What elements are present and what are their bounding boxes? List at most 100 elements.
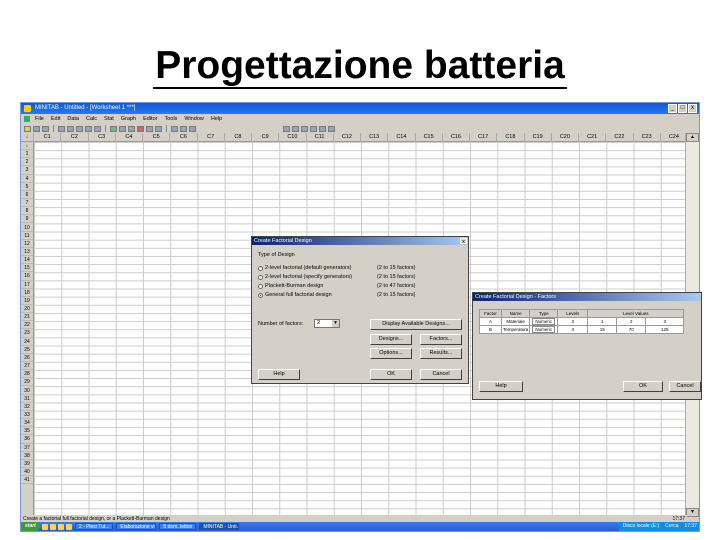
insert-columns-icon[interactable]: [301, 125, 308, 132]
display-available-designs-button[interactable]: Display Available Designs...: [370, 319, 462, 330]
window-titlebar[interactable]: MINITAB - Untitled - [Worksheet 1 ***] _…: [21, 103, 699, 114]
close-button[interactable]: x: [688, 104, 697, 113]
column-header-cell[interactable]: C12: [334, 133, 361, 142]
row-header-cell[interactable]: 16: [21, 272, 33, 281]
row-header-cell[interactable]: 30: [21, 387, 33, 395]
taskbar-item[interactable]: 2 - Plesi Tut...: [74, 523, 114, 530]
row-header-cell[interactable]: 1: [21, 150, 33, 159]
row-header-cell[interactable]: 27: [21, 362, 33, 371]
design-option[interactable]: 2-level factorial (default generators) (…: [258, 265, 428, 271]
column-header-cell[interactable]: C20: [552, 133, 579, 142]
level-value-input[interactable]: 2: [616, 317, 647, 326]
tray-search[interactable]: Cerca: [665, 522, 678, 531]
menu-data[interactable]: Data: [67, 114, 79, 124]
stop-icon[interactable]: [189, 125, 196, 132]
column-header-cell[interactable]: C3: [89, 133, 116, 142]
info-icon[interactable]: [171, 125, 178, 132]
session-icon[interactable]: [128, 125, 135, 132]
row-header-cell[interactable]: 4: [21, 175, 33, 183]
column-header-cell[interactable]: C18: [497, 133, 525, 142]
taskbar-item[interactable]: Elaborazione vi...: [116, 523, 157, 530]
column-header-cell[interactable]: C11: [307, 133, 334, 142]
close-icon[interactable]: x: [460, 238, 467, 245]
row-header-cell[interactable]: 21: [21, 313, 33, 322]
options-button[interactable]: Options...: [370, 348, 412, 359]
column-header-cell[interactable]: C1: [34, 133, 62, 142]
row-header-cell[interactable]: 3: [21, 166, 33, 175]
num-factors-select[interactable]: 2 ▾: [314, 319, 340, 328]
dialog-titlebar[interactable]: Create Factorial Design - Factors: [473, 293, 701, 301]
ok-button[interactable]: OK: [370, 369, 412, 380]
row-header-cell[interactable]: 29: [21, 378, 33, 387]
row-header-cell[interactable]: 17: [21, 281, 33, 289]
designs-button[interactable]: Designs...: [370, 334, 412, 345]
taskbar-item-minitab[interactable]: MINITAB - Unti...: [199, 523, 240, 530]
column-header-cell[interactable]: C19: [525, 133, 552, 142]
undo-icon[interactable]: [85, 125, 92, 132]
row-header-cell[interactable]: 23: [21, 329, 33, 338]
row-header-cell[interactable]: 35: [21, 427, 33, 436]
column-header-cell[interactable]: C16: [443, 133, 470, 142]
row-header-cell[interactable]: 36: [21, 435, 33, 444]
dialog-titlebar[interactable]: Create Factorial Design x: [252, 237, 468, 245]
row-header-cell[interactable]: 41: [21, 476, 33, 485]
help-button[interactable]: Help: [258, 369, 300, 380]
column-header-cell[interactable]: C4: [116, 133, 143, 142]
menu-calc[interactable]: Calc: [86, 114, 97, 124]
radio-button-selected[interactable]: [258, 293, 263, 298]
row-header-cell[interactable]: 6: [21, 191, 33, 200]
factor-type-select[interactable]: Numeric: [529, 325, 559, 334]
factors-button[interactable]: Factors...: [420, 334, 462, 345]
menu-editor[interactable]: Editor: [143, 114, 157, 124]
menu-edit[interactable]: Edit: [51, 114, 60, 124]
column-header-cell[interactable]: C2: [61, 133, 89, 142]
cut-icon[interactable]: [58, 125, 65, 132]
level-value-input[interactable]: 70: [616, 325, 647, 334]
row-header-cell[interactable]: ↓: [21, 142, 33, 151]
column-header-cell[interactable]: C22: [606, 133, 634, 142]
row-header-cell[interactable]: 25: [21, 346, 33, 354]
redo-icon[interactable]: [94, 125, 101, 132]
row-header-cell[interactable]: 8: [21, 207, 33, 216]
column-header-cell[interactable]: C7: [198, 133, 225, 142]
row-header-cell[interactable]: 40: [21, 468, 33, 477]
row-header-cell[interactable]: 32: [21, 403, 33, 411]
history-icon[interactable]: [146, 125, 153, 132]
menu-file[interactable]: File: [35, 114, 44, 124]
row-header-cell[interactable]: 20: [21, 305, 33, 314]
row-header-cell[interactable]: 31: [21, 395, 33, 403]
column-header-cell[interactable]: C24: [661, 133, 687, 142]
row-header-cell[interactable]: 26: [21, 354, 33, 363]
row-header-cell[interactable]: 9: [21, 215, 33, 224]
menu-graph[interactable]: Graph: [121, 114, 136, 124]
worksheet-icon-btn[interactable]: [110, 125, 117, 132]
maximize-button[interactable]: □: [678, 104, 687, 113]
taskbar-item[interactable]: 5 dom. lettori: [159, 523, 197, 530]
tray-drive[interactable]: Disco locale (E:): [623, 522, 659, 531]
cancel-button[interactable]: Cancel: [669, 381, 701, 392]
column-header-cell[interactable]: C9: [252, 133, 280, 142]
row-header-cell[interactable]: 7: [21, 199, 33, 208]
project-icon[interactable]: [155, 125, 162, 132]
quicklaunch-icon[interactable]: [41, 523, 48, 530]
row-header-cell[interactable]: 37: [21, 444, 33, 452]
row-header-cell[interactable]: 34: [21, 419, 33, 428]
column-header-cell[interactable]: C17: [470, 133, 498, 142]
row-header-cell[interactable]: 19: [21, 297, 33, 305]
row-header-cell[interactable]: 28: [21, 370, 33, 379]
find-icon[interactable]: [119, 125, 126, 132]
help-button[interactable]: Help: [479, 381, 523, 392]
radio-button[interactable]: [258, 284, 263, 289]
menu-stat[interactable]: Stat: [104, 114, 114, 124]
row-header-cell[interactable]: 2: [21, 158, 33, 167]
column-header-cell[interactable]: C8: [225, 133, 252, 142]
level-value-input[interactable]: 1: [587, 317, 618, 326]
paste-icon[interactable]: [76, 125, 83, 132]
factor-levels-input[interactable]: 3: [557, 317, 589, 326]
row-header-cell[interactable]: 33: [21, 411, 33, 420]
row-header-cell[interactable]: 5: [21, 183, 33, 191]
radio-button[interactable]: [258, 275, 263, 280]
scroll-up-icon[interactable]: ▲: [686, 133, 699, 142]
factor-type-select[interactable]: Numeric: [529, 317, 559, 326]
quicklaunch-icon[interactable]: [57, 523, 64, 530]
